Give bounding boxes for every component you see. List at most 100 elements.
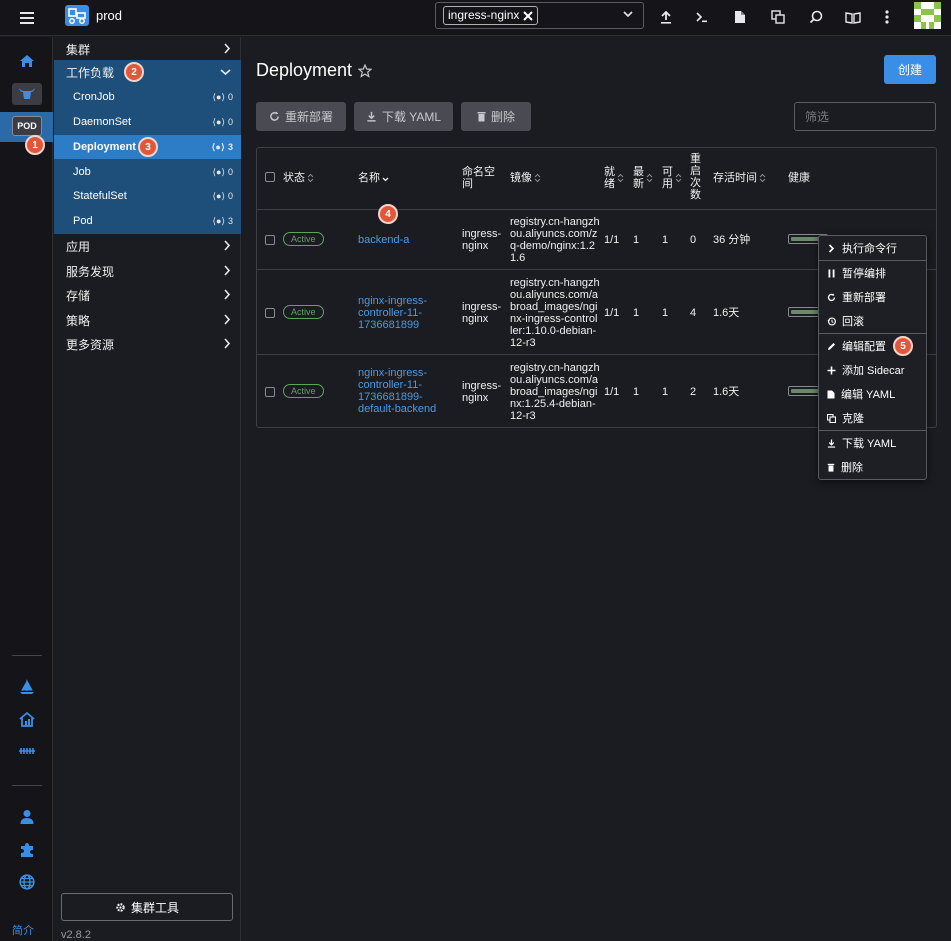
pod-cluster-button[interactable]: POD [12,116,42,136]
resource-count: ⟨●⟩ 3 [213,216,233,227]
terminal-icon[interactable] [692,7,712,27]
ready-cell: 1/1 [604,307,620,319]
about-link[interactable]: 简介 [12,922,34,938]
deployment-name-link[interactable]: nginx-ingress- controller-11- 1736681899 [358,295,427,331]
menu-item-redeploy[interactable]: 重新部署 [819,285,926,309]
nav-sub-cronjob[interactable]: CronJob ⟨●⟩ 0 [54,85,241,109]
nav-sub-statefulset[interactable]: StatefulSet ⟨●⟩ 0 [54,184,241,208]
updated-cell: 1 [633,234,640,246]
trash-icon [477,111,486,122]
column-header-status[interactable]: 状态 [283,172,314,184]
namespace-chip[interactable]: ingress-nginx [443,6,539,25]
star-icon[interactable] [358,63,373,78]
menu-item-delete[interactable]: 删除 [819,455,926,479]
menu-item-label: 编辑配置 [842,341,886,353]
nav-item-policy[interactable]: 策略 [54,308,241,332]
download-yaml-button[interactable]: 下载 YAML [354,102,453,131]
user-avatar-icon[interactable] [914,2,941,29]
menu-item-label: 暂停编排 [842,268,886,280]
resource-count-value: 0 [227,191,233,201]
annotation-badge: 4 [378,204,398,224]
name-line: controller-11- [358,379,422,391]
image-line: 1.6 [510,252,526,264]
nav-item-label: 策略 [66,313,91,328]
rail-divider [12,655,42,656]
nav-item-cluster[interactable]: 集群 [54,37,241,61]
nav-item-storage[interactable]: 存储 [54,283,241,307]
status-badge: Active [283,384,324,398]
menu-item-rollback[interactable]: 回滚 [819,309,926,333]
more-vertical-icon[interactable] [877,7,897,27]
column-header-available[interactable]: 可 用 [662,166,682,190]
column-header-name[interactable]: 名称 [358,172,389,184]
image-line: broad_images/ngi [510,386,598,398]
nav-sub-pod[interactable]: Pod ⟨●⟩ 3 [54,209,241,233]
filter-input[interactable] [794,102,936,131]
chevron-right-icon [223,265,231,276]
menu-item-clone[interactable]: 克隆 [819,406,926,430]
nav-item-apps[interactable]: 应用 [54,234,241,258]
delete-label: 删除 [490,110,515,124]
user-icon[interactable] [17,807,37,827]
menu-icon[interactable] [17,9,37,27]
column-header-ready[interactable]: 就 绪 [604,166,624,190]
delete-button[interactable]: 删除 [461,102,531,131]
nav-item-workloads[interactable]: 工作负载 [54,60,241,84]
page-title-text: Deployment [256,60,353,80]
globe-icon[interactable] [17,872,37,892]
redeploy-button[interactable]: 重新部署 [256,102,346,131]
column-header-namespace[interactable]: 命名空 间 [462,166,495,190]
column-header-image[interactable]: 镜像 [510,172,541,184]
cluster-tools-button[interactable]: 集群工具 [61,893,233,921]
cluster-name[interactable]: prod [96,8,122,23]
cluster-logo-icon[interactable] [65,5,89,26]
row-checkbox[interactable] [265,235,275,245]
column-header-label: 命名空 [462,166,495,178]
menu-item-download-yaml[interactable]: 下载 YAML [819,431,926,455]
image-line: ler:1.10.0-debian- [510,325,597,337]
resource-count-value: 0 [227,167,233,177]
nav-sub-daemonset[interactable]: DaemonSet ⟨●⟩ 0 [54,110,241,134]
deployment-name-link[interactable]: nginx-ingress- controller-11- 1736681899… [358,367,436,415]
copy-icon[interactable] [768,7,788,27]
row-checkbox[interactable] [265,387,275,397]
menu-item-exec-shell[interactable]: 执行命令行 [819,236,926,260]
image-line: ou.aliyuncs.com/a [510,289,599,301]
upload-icon[interactable] [656,7,676,27]
column-header-restarts[interactable]: 重 启 次 数 [690,153,701,201]
home-icon[interactable] [17,51,37,71]
chevron-down-icon[interactable] [623,11,633,18]
file-icon [827,390,835,399]
nav-item-more-resources[interactable]: 更多资源 [54,332,241,356]
book-icon[interactable] [843,7,863,27]
close-icon[interactable] [523,10,534,21]
nav-sub-job[interactable]: Job ⟨●⟩ 0 [54,160,241,184]
chevron-right-icon [223,289,231,300]
name-line: controller-11- [358,307,422,319]
updated-cell: 1 [633,307,640,319]
row-checkbox[interactable] [265,308,275,318]
cluster-bull-icon[interactable] [12,83,42,105]
sailboat-icon[interactable] [17,677,37,697]
deployment-name-link[interactable]: backend-a [358,234,409,246]
select-all-checkbox[interactable] [265,172,275,182]
nav-item-service-discovery[interactable]: 服务发现 [54,259,241,283]
namespace-select[interactable]: ingress-nginx [435,2,644,29]
menu-item-pause[interactable]: 暂停编排 [819,261,926,285]
status-badge: Active [283,232,324,246]
column-header-updated[interactable]: 最 新 [633,166,653,190]
search-icon[interactable] [806,7,826,27]
house-chart-icon[interactable] [17,709,37,729]
menu-item-edit-yaml[interactable]: 编辑 YAML [819,382,926,406]
network-icon[interactable] [17,741,37,761]
column-header-age[interactable]: 存活时间 [713,172,766,184]
menu-item-add-sidecar[interactable]: 添加 Sidecar [819,358,926,382]
resource-icon: ⟨●⟩ [212,116,225,127]
page-title: Deployment [256,60,373,81]
file-icon[interactable] [730,7,750,27]
extension-icon[interactable] [17,840,37,860]
sort-icon [675,173,682,183]
create-button[interactable]: 创建 [884,55,936,84]
column-header-label: 新 [633,178,644,190]
nav-item-label: 集群 [66,42,91,57]
